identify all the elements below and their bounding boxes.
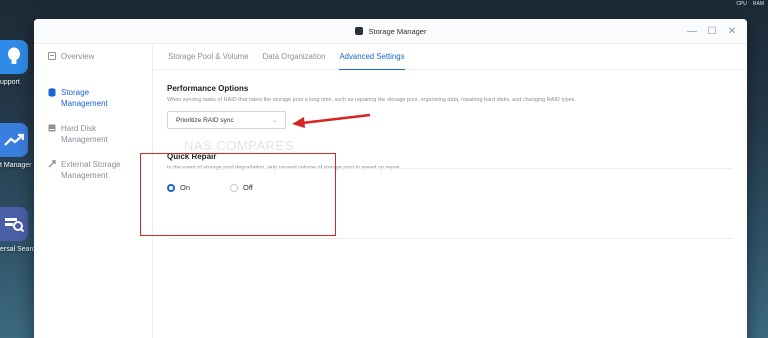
desktop-icon-search[interactable]: ersal Searc	[0, 207, 36, 253]
lightbulb-icon	[0, 40, 28, 74]
chart-icon	[0, 123, 28, 157]
annotation-highlight-box	[140, 153, 336, 236]
cpu-indicator[interactable]: CPU	[736, 1, 747, 9]
desktop-icon-manager[interactable]: t Manager	[0, 123, 34, 169]
tab-storage-pool-volume[interactable]: Storage Pool & Volume	[168, 44, 249, 70]
tab-advanced-settings[interactable]: Advanced Settings	[339, 44, 405, 70]
storage-icon	[48, 88, 56, 97]
annotation-arrow-icon	[292, 113, 371, 128]
sidebar-item-label: Hard Disk Management	[61, 124, 108, 144]
watermark: NAS COMPARES	[184, 138, 294, 153]
sidebar-item-overview[interactable]: Overview	[34, 44, 152, 80]
sidebar-item-label: External Storage Management	[61, 160, 121, 180]
divider	[167, 238, 733, 239]
maximize-icon[interactable]: ☐	[707, 26, 717, 37]
system-tray: CPU RAM	[732, 0, 768, 10]
overview-icon	[48, 52, 56, 60]
performance-options-section: Performance Options When syncing tasks o…	[153, 70, 747, 129]
desktop-label: t Manager	[0, 162, 32, 169]
sidebar-item-label: Overview	[61, 52, 95, 61]
search-icon	[0, 207, 28, 241]
sidebar-item-storage-management[interactable]: Storage Management	[34, 80, 152, 116]
raid-priority-select[interactable]: Prioritize RAID sync ⌄	[167, 111, 286, 129]
minimize-icon[interactable]: —	[687, 26, 697, 37]
tab-bar: Storage Pool & Volume Data Organization …	[153, 44, 747, 70]
desktop-label: upport	[0, 79, 20, 86]
sidebar-item-hard-disk-management[interactable]: Hard Disk Management	[34, 116, 152, 152]
app-icon	[354, 27, 363, 35]
desktop-icon-support[interactable]: upport	[0, 40, 34, 86]
performance-title: Performance Options	[167, 84, 249, 93]
tab-data-organization[interactable]: Data Organization	[263, 44, 326, 70]
window-title: Storage Manager	[368, 26, 427, 36]
disk-icon	[48, 124, 56, 132]
select-value: Prioritize RAID sync	[176, 116, 234, 124]
ram-indicator[interactable]: RAM	[753, 1, 764, 9]
close-icon[interactable]: ✕	[727, 26, 737, 37]
sidebar-item-label: Storage Management	[61, 88, 108, 108]
external-icon	[48, 160, 56, 168]
sidebar: Overview Storage Management Hard Disk Ma…	[34, 44, 153, 338]
sidebar-item-external-storage[interactable]: External Storage Management	[34, 152, 152, 188]
titlebar: Storage Manager — ☐ ✕	[34, 19, 747, 44]
chevron-down-icon: ⌄	[271, 117, 277, 124]
performance-description: When syncing tasks of RAID that takes th…	[167, 97, 577, 103]
desktop-label: ersal Searc	[0, 246, 36, 253]
